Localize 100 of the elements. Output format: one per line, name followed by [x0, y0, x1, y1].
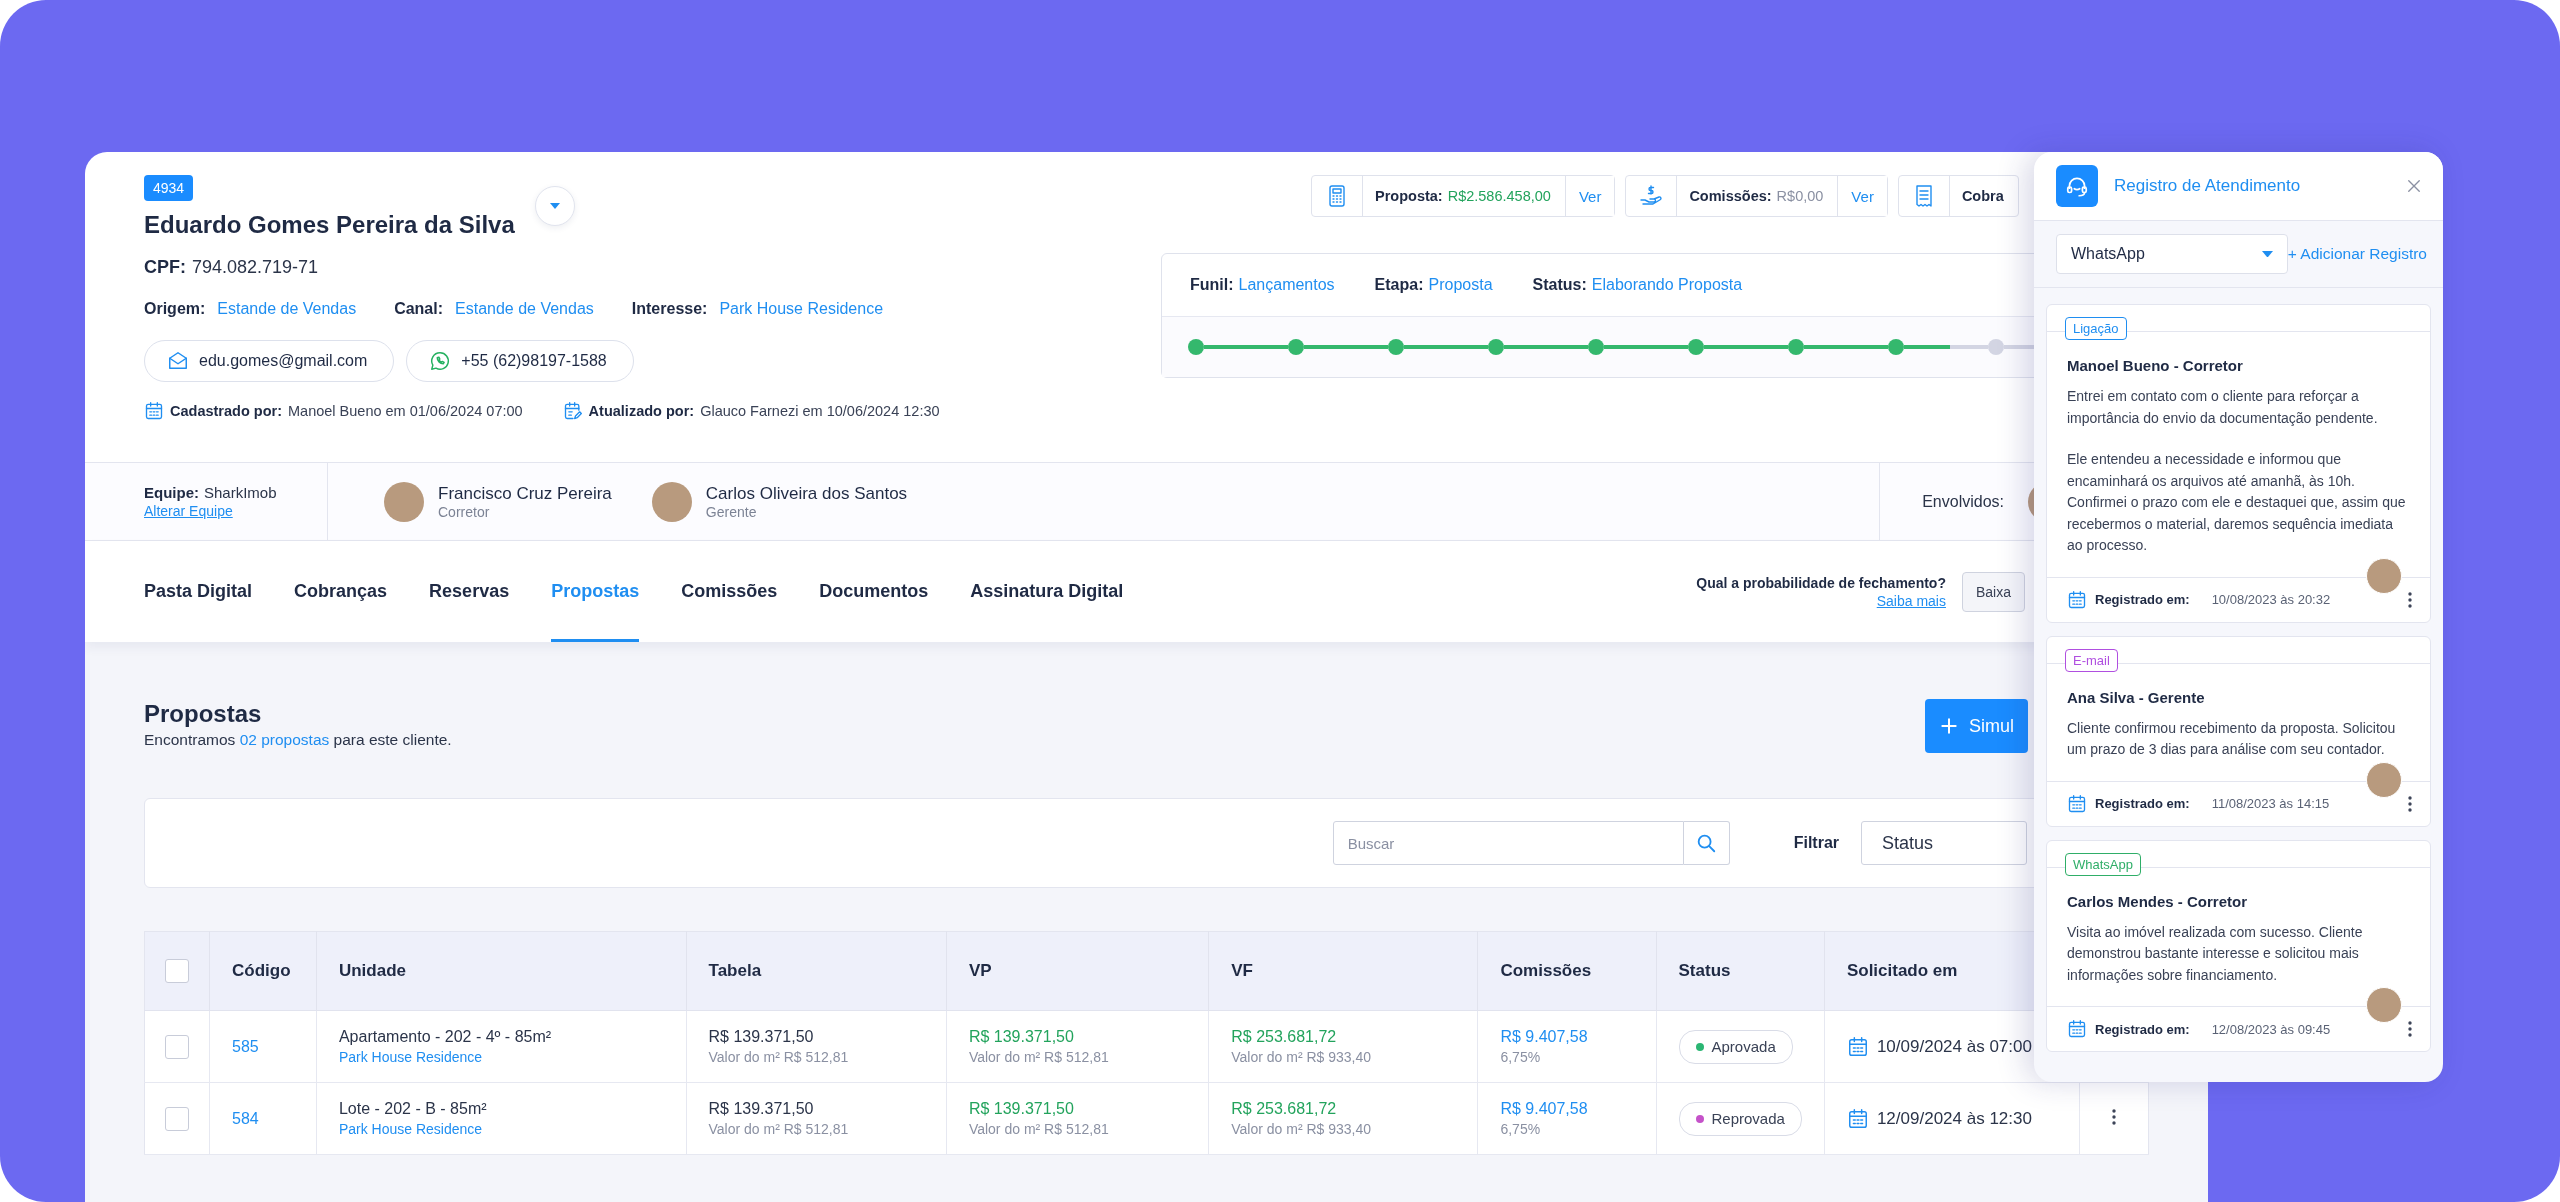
plus-icon: [1939, 716, 1959, 736]
member-name: Carlos Oliveira dos Santos: [705, 483, 908, 504]
price-per-m2: Valor do m² R$ 512,81: [968, 1049, 1110, 1065]
attribute-link[interactable]: Estande de Vendas: [217, 300, 357, 318]
more-options-icon[interactable]: [2408, 1021, 2412, 1037]
attribute-link[interactable]: Estande de Vendas: [455, 300, 594, 318]
chip-label: Cobra: [1961, 188, 2004, 204]
tab[interactable]: Assinatura Digital: [970, 541, 1124, 642]
results-summary: Encontramos 02 propostas para este cliente.: [144, 731, 452, 749]
tab[interactable]: Reservas: [429, 541, 510, 642]
column-header: Status: [1656, 931, 1825, 1011]
simulate-button[interactable]: Simul: [1925, 699, 2028, 753]
price-per-m2: Valor do m² R$ 933,40: [1231, 1049, 1373, 1065]
change-team-link[interactable]: Alterar Equipe: [144, 503, 327, 519]
price-per-m2: Valor do m² R$ 512,81: [708, 1049, 850, 1065]
cpf-label: CPF:: [144, 257, 186, 278]
column-header: Unidade: [316, 931, 686, 1011]
commission-value: R$ 9.407,58: [1500, 1100, 1589, 1118]
proposal-code-link[interactable]: 584: [232, 1109, 259, 1127]
avatar: [2366, 987, 2402, 1023]
audit-value: Manoel Bueno em 01/06/2024 07:00: [288, 403, 523, 419]
funnel-link[interactable]: Elaborando Proposta: [1591, 276, 1743, 294]
development-link[interactable]: Park House Residence: [338, 1121, 664, 1137]
filter-label: Filtrar: [1793, 834, 1839, 852]
more-options-icon[interactable]: [2408, 795, 2412, 812]
commission-value: R$ 9.407,58: [1500, 1028, 1589, 1046]
tab[interactable]: Pasta Digital: [144, 541, 253, 642]
chip-value: R$0,00: [1776, 188, 1824, 204]
chip-value: R$2.586.458,00: [1447, 188, 1551, 204]
proposal-code-link[interactable]: 585: [232, 1037, 259, 1055]
cpf-value: 794.082.719-71: [192, 257, 319, 278]
price-value: R$ 139.371,50: [968, 1028, 1075, 1046]
proposals-count-link[interactable]: 02 propostas: [239, 731, 330, 748]
price-per-m2: Valor do m² R$ 933,40: [1231, 1121, 1373, 1137]
attribute-label: Canal:: [394, 300, 444, 318]
record-text: Ele entendeu a necessidade e informou que encaminhará os arquivos até amanhã, às 10h. Confirmei o prazo com ele e destaquei que, assim que recebermos o material, daremos sequência imediata ao processo.: [2067, 450, 2407, 555]
member-role: Corretor: [438, 503, 491, 520]
unit-name: Lote - 202 - B - 85m²: [338, 1100, 488, 1118]
tab[interactable]: Documentos: [819, 541, 929, 642]
view-button[interactable]: Ver: [1837, 176, 1887, 216]
search-button[interactable]: [1683, 821, 1730, 865]
more-options-icon[interactable]: [2408, 591, 2412, 608]
avatar: [384, 481, 424, 522]
search-icon: [1695, 832, 1718, 854]
panel-title: Registro de Atendimento: [2114, 176, 2302, 196]
request-date: 12/09/2024 às 12:30: [1876, 1108, 2032, 1129]
funnel-label: Status:: [1532, 276, 1587, 294]
involved-label: Envolvidos:: [1922, 492, 2004, 511]
hand-coin-icon: [1639, 184, 1664, 208]
record-author: Manoel Bueno - Corretor: [2067, 357, 2244, 374]
funnel-label: Funil:: [1190, 276, 1234, 294]
funnel-label: Etapa:: [1374, 276, 1424, 294]
whatsapp-icon: [429, 350, 452, 372]
request-date: 10/09/2024 às 07:00: [1876, 1036, 2032, 1057]
caret-icon: [549, 203, 560, 209]
status-select[interactable]: Status: [1861, 821, 2027, 865]
price-value: R$ 139.371,50: [968, 1100, 1075, 1118]
more-options-icon[interactable]: [2112, 1108, 2117, 1125]
probability-option[interactable]: Baixa: [1961, 571, 2025, 612]
column-header: Comissões: [1477, 931, 1656, 1011]
funnel-link[interactable]: Lançamentos: [1238, 276, 1335, 294]
commission-rate: 6,75%: [1500, 1121, 1542, 1137]
calendar-icon: [2067, 1019, 2087, 1039]
commission-rate: 6,75%: [1500, 1049, 1542, 1065]
funnel-link[interactable]: Proposta: [1428, 276, 1493, 294]
channel-select[interactable]: WhatsApp: [2056, 234, 2288, 274]
record-date: 12/08/2023 às 09:45: [2211, 1021, 2332, 1037]
calendar-icon: [1846, 1107, 1869, 1130]
member-role: Gerente: [705, 503, 758, 520]
client-name: Eduardo Gomes Pereira da Silva: [144, 211, 515, 239]
record-author: Carlos Mendes - Corretor: [2067, 892, 2249, 910]
tab[interactable]: Comissões: [681, 541, 778, 642]
search-field[interactable]: Buscar: [1332, 821, 1684, 865]
date-label: Registrado em:: [2095, 592, 2190, 607]
status-pill: Reprovada: [1678, 1101, 1802, 1136]
avatar: [2366, 557, 2402, 594]
row-checkbox[interactable]: [165, 1034, 189, 1059]
record-author: Ana Silva - Gerente: [2067, 688, 2206, 706]
envelope-icon: [167, 350, 189, 372]
row-checkbox[interactable]: [165, 1106, 189, 1131]
channel-tag: E-mail: [2065, 648, 2118, 672]
tab[interactable]: Cobranças: [294, 541, 388, 642]
calendar-icon: [144, 401, 164, 421]
attribute-link[interactable]: Park House Residence: [719, 300, 884, 318]
price-value: R$ 253.681,72: [1231, 1028, 1338, 1046]
calendar-edit-icon: [562, 401, 583, 421]
select-all-checkbox[interactable]: [165, 959, 189, 983]
price-value: R$ 253.681,72: [1231, 1100, 1338, 1118]
record-date: 10/08/2023 às 20:32: [2211, 592, 2332, 607]
add-record-link[interactable]: + Adicionar Registro: [2287, 245, 2427, 263]
development-link[interactable]: Park House Residence: [338, 1049, 664, 1065]
attribute-label: Interesse:: [631, 300, 708, 318]
column-header: VF: [1208, 931, 1478, 1011]
calendar-icon: [2067, 589, 2087, 610]
client-id-badge: 4934: [144, 175, 194, 201]
view-button[interactable]: Ver: [1564, 176, 1615, 216]
column-header: Tabela: [686, 931, 947, 1011]
learn-more-link[interactable]: Saiba mais: [1876, 592, 1946, 609]
status-pill: Aprovada: [1678, 1029, 1793, 1064]
chip-label: Comissões:: [1689, 188, 1772, 204]
